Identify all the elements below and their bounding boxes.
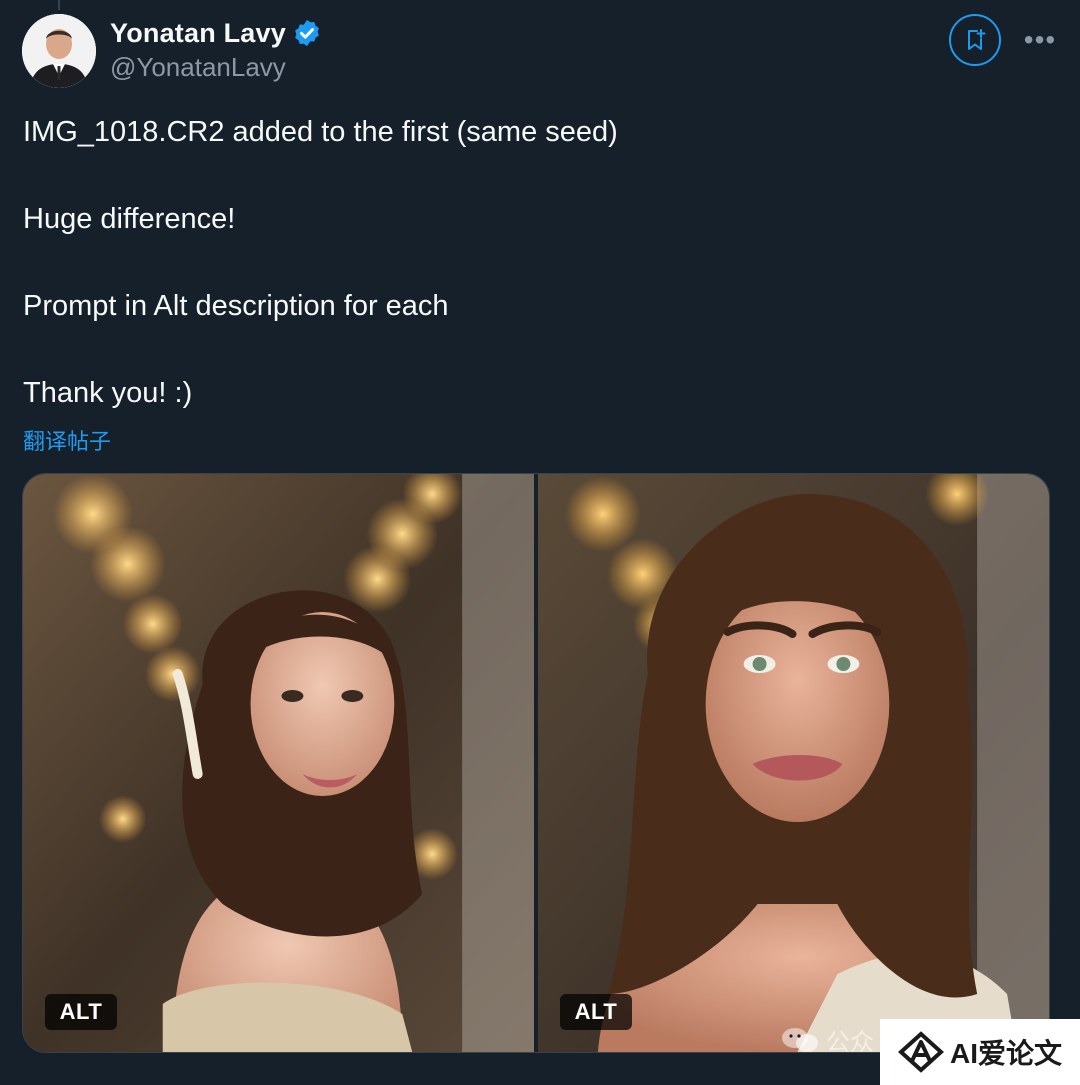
thread-connector-line: [58, 0, 60, 10]
author-block: Yonatan Lavy @YonatanLavy: [110, 16, 322, 83]
verified-badge-icon[interactable]: [292, 18, 322, 48]
photo-right[interactable]: ALT: [538, 474, 1049, 1052]
tweet-line: Huge difference!: [23, 203, 236, 235]
bookmark-plus-icon: [968, 29, 986, 50]
tweet-line: IMG_1018.CR2 added to the first (same se…: [23, 116, 618, 148]
avatar-image: [22, 14, 96, 88]
wechat-icon: [782, 1027, 818, 1052]
subscribe-button[interactable]: [949, 14, 1001, 66]
portrait-image-right: [538, 474, 1049, 1052]
translate-post-link[interactable]: 翻译帖子: [23, 424, 111, 456]
display-name[interactable]: Yonatan Lavy: [110, 18, 286, 49]
watermark-chat: 公众: [780, 1022, 874, 1057]
tweet-line: Thank you! :): [23, 377, 193, 409]
watermark-chat-text: 公众: [826, 1029, 874, 1056]
alt-badge[interactable]: ALT: [45, 994, 117, 1030]
portrait-image-left: [23, 474, 534, 1052]
watermark-brand-text: AI爱论文: [949, 1038, 1062, 1069]
author-handle[interactable]: @YonatanLavy: [110, 52, 322, 83]
more-options-button[interactable]: •••: [1022, 22, 1058, 58]
alt-badge[interactable]: ALT: [560, 994, 632, 1030]
tweet-header: Yonatan Lavy @YonatanLavy •••: [22, 14, 1058, 88]
photo-left[interactable]: ALT: [23, 474, 534, 1052]
watermark-brand: AI爱论文: [880, 1019, 1080, 1085]
tweet-line: Prompt in Alt description for each: [23, 290, 449, 322]
media-grid: ALT ALT: [22, 473, 1050, 1053]
brand-logo-icon: [897, 1031, 944, 1073]
avatar[interactable]: [22, 14, 96, 88]
tweet-text: IMG_1018.CR2 added to the first (same se…: [23, 112, 1043, 413]
